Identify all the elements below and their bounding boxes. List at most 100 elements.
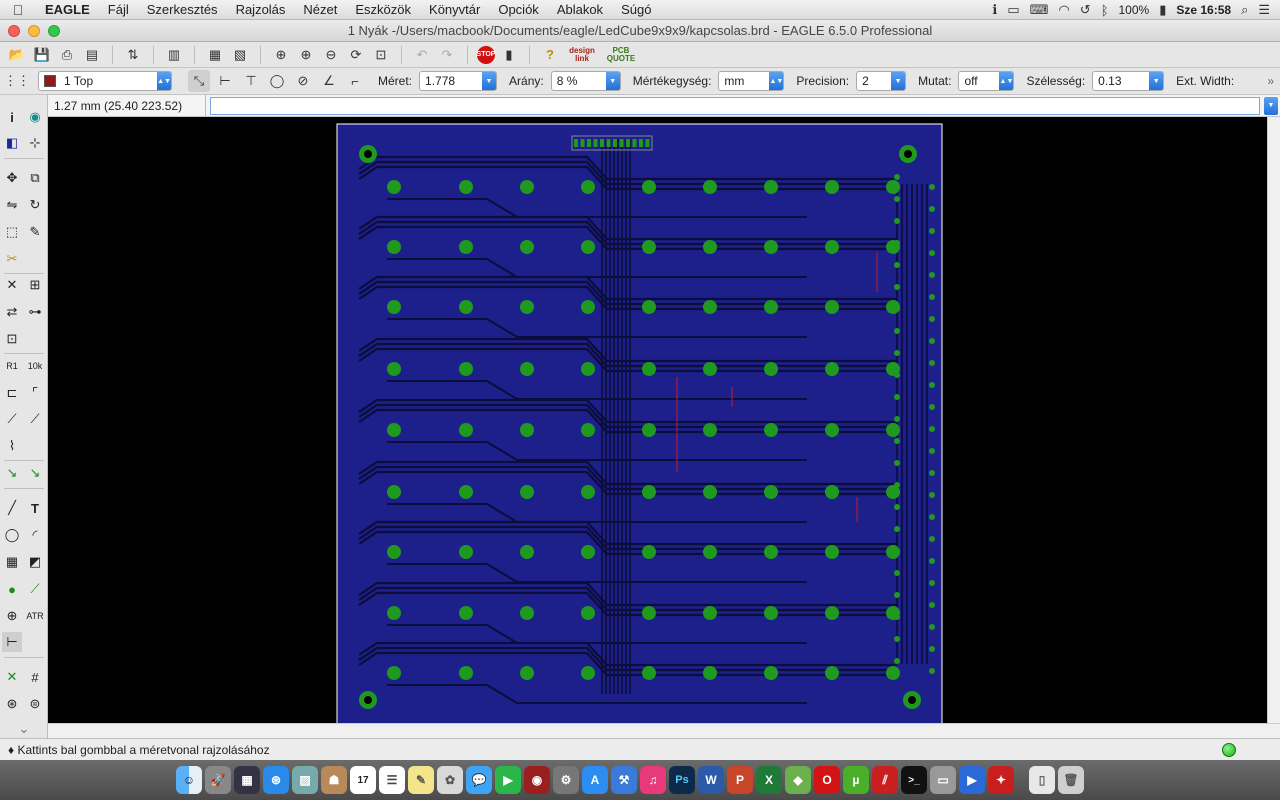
ulp-icon[interactable]: ▧ (229, 44, 251, 66)
ratsnest-tool-icon[interactable]: ✕ (2, 667, 22, 687)
paste-tool-icon[interactable]: ✂ (2, 249, 22, 269)
optimize-tool-icon[interactable]: ⟋ (2, 409, 22, 429)
arc-tool-icon[interactable]: ◜ (25, 525, 45, 545)
attribute-tool-icon[interactable]: ATR (25, 606, 45, 626)
zoom-fit-icon[interactable]: ⊕ (270, 44, 292, 66)
spotlight-search-icon[interactable]: ⌕ (1241, 2, 1248, 18)
command-input[interactable] (210, 96, 1260, 115)
menu-fajl[interactable]: Fájl (99, 2, 138, 17)
dimension-tool-icon[interactable]: ⊢ (2, 632, 22, 652)
polygon-tool-icon[interactable]: ◩ (25, 552, 45, 572)
horizontal-scrollbar[interactable] (48, 723, 1280, 738)
messages-icon[interactable]: 💬 (466, 766, 492, 794)
dimension-horizontal-icon[interactable]: ⊢ (214, 70, 236, 92)
layer-select[interactable]: 1 Top ▲▼ (38, 71, 172, 91)
display-layers-icon[interactable]: ◧ (2, 133, 22, 153)
info-icon[interactable]: ℹ (992, 2, 997, 18)
zoom-select-icon[interactable]: ⊡ (370, 44, 392, 66)
opera-icon[interactable]: O (814, 766, 840, 794)
menu-konyvtar[interactable]: Könyvtár (420, 2, 489, 17)
launchpad-icon[interactable]: 🚀 (205, 766, 231, 794)
photoshop-icon[interactable]: Ps (669, 766, 695, 794)
mutat-select[interactable]: off ▲▼ (958, 71, 1015, 91)
circle-tool-icon[interactable]: ◯ (2, 525, 22, 545)
reminders-icon[interactable]: ☰ (379, 766, 405, 794)
change-tool-icon[interactable]: ✎ (25, 222, 45, 242)
disk-utility-icon[interactable]: ▭ (930, 766, 956, 794)
go-icon[interactable]: ▮ (498, 44, 520, 66)
mirror-tool-icon[interactable]: ⇋ (2, 195, 22, 215)
pcb-board[interactable] (48, 117, 1267, 723)
palette-expand-icon[interactable]: ⌄ (14, 719, 34, 739)
value-tool-icon[interactable]: 10k (25, 356, 45, 376)
menubar-clock[interactable]: Sze 16:58 (1176, 3, 1231, 17)
trash-icon[interactable]: 🗑 (1058, 766, 1084, 794)
design-link-logo[interactable]: design link (564, 44, 600, 66)
bluetooth-icon[interactable]: ᛒ (1101, 3, 1109, 18)
meander-tool-icon[interactable]: ⌇ (2, 436, 22, 456)
dimension-align-icon[interactable]: ⤡ (188, 70, 210, 92)
battery-icon[interactable]: ▮ (1159, 2, 1166, 18)
erc-tool-icon[interactable]: ⊛ (2, 694, 22, 714)
command-history-chevron-icon[interactable]: ▼ (1264, 96, 1278, 115)
toolbar-overflow-icon[interactable]: » (1267, 74, 1274, 88)
pcb-quote-logo[interactable]: PCB QUOTE (603, 44, 639, 66)
timemachine-icon[interactable]: ↺ (1080, 2, 1091, 18)
app-menu[interactable]: EAGLE (36, 2, 99, 17)
contacts-icon[interactable]: ☗ (321, 766, 347, 794)
zoom-in-icon[interactable]: ⊕ (295, 44, 317, 66)
library-icon[interactable]: ▥ (163, 44, 185, 66)
redo-icon[interactable]: ↷ (436, 44, 458, 66)
menu-nezet[interactable]: Nézet (294, 2, 346, 17)
word-icon[interactable]: W (698, 766, 724, 794)
preview-icon[interactable]: ▨ (292, 766, 318, 794)
miter-tool-icon[interactable]: ⌜ (25, 383, 45, 403)
vertical-scrollbar[interactable] (1267, 117, 1280, 723)
mission-control-icon[interactable]: ▦ (234, 766, 260, 794)
dimension-radius-icon[interactable]: ◯ (266, 70, 288, 92)
zoom-out-icon[interactable]: ⊖ (320, 44, 342, 66)
screen-icon[interactable]: ▭ (1007, 2, 1019, 18)
photos-icon[interactable]: ✿ (437, 766, 463, 794)
menu-eszkozok[interactable]: Eszközök (346, 2, 420, 17)
via-tool-icon[interactable]: ● (2, 579, 22, 599)
ripup-tool-icon[interactable]: ↘ (2, 463, 22, 483)
move-tool-icon[interactable]: ✥ (2, 168, 22, 188)
terminal-icon[interactable]: >_ (901, 766, 927, 794)
photo-booth-icon[interactable]: ◉ (524, 766, 550, 794)
menu-rajzolas[interactable]: Rajzolás (227, 2, 295, 17)
menu-ablakok[interactable]: Ablakok (548, 2, 612, 17)
safari-icon[interactable]: ⊛ (263, 766, 289, 794)
print-icon[interactable]: ⎙ (56, 44, 78, 66)
mark-tool-icon[interactable]: ⊹ (25, 133, 45, 153)
utorrent-icon[interactable]: µ (843, 766, 869, 794)
eagle-icon[interactable]: ✦ (988, 766, 1014, 794)
add-tool-icon[interactable]: ⊞ (25, 275, 45, 295)
signal-tool-icon[interactable]: ⟋ (25, 579, 45, 599)
group-tool-icon[interactable]: ⬚ (2, 222, 22, 242)
lock-tool-icon[interactable]: ⊶ (25, 302, 45, 322)
open-folder-icon[interactable]: 📂 (6, 44, 28, 66)
excel-icon[interactable]: X (756, 766, 782, 794)
quicktime-icon[interactable]: ▶ (959, 766, 985, 794)
replace-tool-icon[interactable]: ⇄ (2, 302, 22, 322)
arany-combo[interactable]: 8 % ▼ (550, 71, 621, 91)
finder-icon[interactable]: ☺ (176, 766, 202, 794)
menu-sugo[interactable]: Súgó (612, 2, 660, 17)
unit-select[interactable]: mm ▲▼ (718, 71, 785, 91)
delete-tool-icon[interactable]: ✕ (2, 275, 22, 295)
itunes-icon[interactable]: ♫ (640, 766, 666, 794)
szelesseg-combo[interactable]: 0.13 ▼ (1092, 71, 1165, 91)
menu-szerkesztes[interactable]: Szerkesztés (138, 2, 227, 17)
dimension-angle-icon[interactable]: ∠ (318, 70, 340, 92)
name-tool-icon[interactable]: R1 (2, 356, 22, 376)
wifi-icon[interactable]: ◠ (1058, 2, 1069, 18)
facetime-icon[interactable]: ▶ (495, 766, 521, 794)
script-icon[interactable]: ▦ (204, 44, 226, 66)
drc-tool-icon[interactable]: ⊜ (25, 694, 45, 714)
stop-icon[interactable]: STOP (477, 45, 495, 64)
app-store-icon[interactable]: A (582, 766, 608, 794)
cam-processor-icon[interactable]: ▤ (81, 44, 103, 66)
xcode-icon[interactable]: ⚒ (611, 766, 637, 794)
system-preferences-icon[interactable]: ⚙ (553, 766, 579, 794)
